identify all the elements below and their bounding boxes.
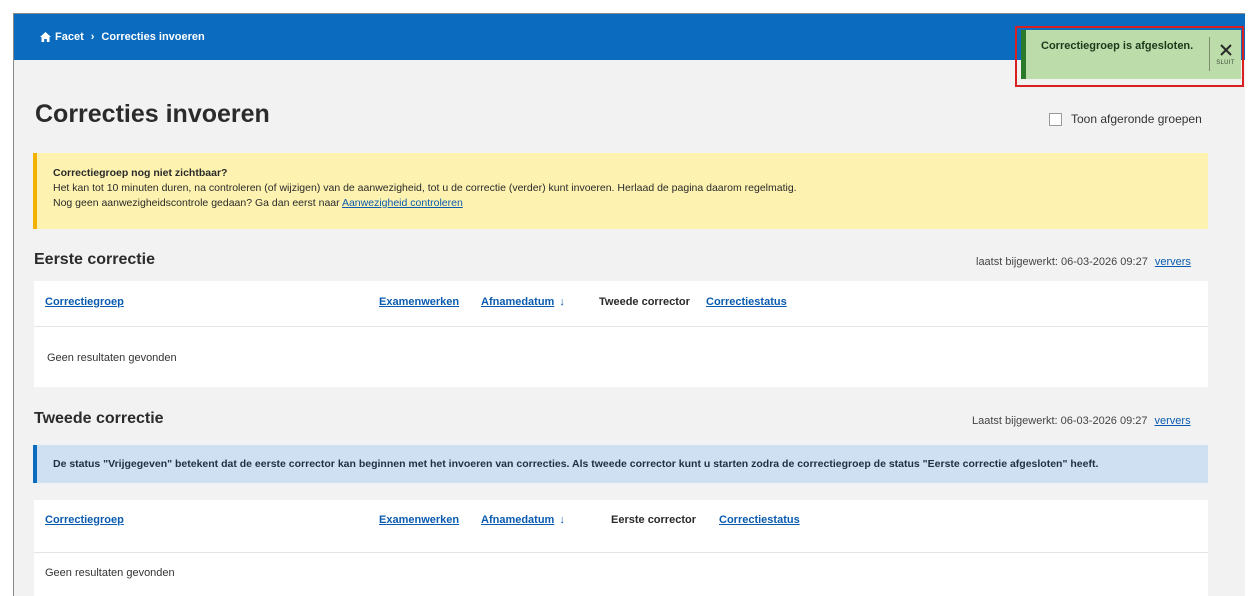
breadcrumb-separator: › — [90, 31, 95, 43]
column-afnamedatum[interactable]: Afnamedatum ↓ — [481, 514, 565, 526]
second-correction-table: Correctiegroep Examenwerken Afnamedatum ↓… — [34, 500, 1208, 596]
column-eerste-corrector: Eerste corrector — [611, 514, 696, 526]
column-afnamedatum-label: Afnamedatum — [481, 296, 555, 308]
column-afnamedatum[interactable]: Afnamedatum ↓ — [481, 296, 565, 308]
column-examenwerken[interactable]: Examenwerken — [379, 296, 459, 308]
second-updated-text: Laatst bijgewerkt: 06-03-2026 09:27 — [972, 415, 1148, 427]
first-refresh-link[interactable]: ververs — [1155, 256, 1191, 268]
attendance-check-link[interactable]: Aanwezigheid controleren — [342, 197, 463, 209]
show-completed-checkbox[interactable]: Toon afgeronde groepen — [1049, 112, 1202, 126]
notice-line-2: Nog geen aanwezigheidscontrole gedaan? G… — [53, 196, 1208, 211]
empty-results-message: Geen resultaten gevonden — [45, 567, 175, 579]
empty-results-message: Geen resultaten gevonden — [47, 352, 177, 364]
column-correctiestatus[interactable]: Correctiestatus — [719, 514, 800, 526]
visibility-notice: Correctiegroep nog niet zichtbaar? Het k… — [33, 153, 1208, 229]
table-header: Correctiegroep Examenwerken Afnamedatum ↓… — [34, 500, 1208, 553]
column-afnamedatum-label: Afnamedatum — [481, 514, 555, 526]
breadcrumb: Facet › Correcties invoeren — [40, 31, 205, 43]
home-icon — [40, 32, 51, 42]
success-toast: Correctiegroep is afgesloten. SLUIT — [1021, 30, 1241, 79]
second-refresh-link[interactable]: ververs — [1155, 415, 1191, 427]
checkbox-box[interactable] — [1049, 112, 1062, 126]
column-correctiegroep[interactable]: Correctiegroep — [45, 514, 124, 526]
app-window: Facet › Correcties invoeren Correctiegro… — [13, 13, 1245, 596]
notice-line-2-text: Nog geen aanwezigheidscontrole gedaan? G… — [53, 197, 342, 209]
first-correction-title: Eerste correctie — [34, 251, 155, 268]
show-completed-label: Toon afgeronde groepen — [1071, 112, 1202, 126]
second-last-updated: Laatst bijgewerkt: 06-03-2026 09:27 verve… — [972, 415, 1191, 427]
notice-line-1: Het kan tot 10 minuten duren, na control… — [53, 182, 797, 194]
column-tweede-corrector: Tweede corrector — [599, 296, 690, 308]
close-icon — [1219, 43, 1232, 56]
sort-down-icon: ↓ — [559, 514, 565, 526]
column-correctiestatus[interactable]: Correctiestatus — [706, 296, 787, 308]
status-info-notice: De status "Vrijgegeven" betekent dat de … — [33, 445, 1208, 483]
first-correction-table: Correctiegroep Examenwerken Afnamedatum ↓… — [34, 281, 1208, 387]
breadcrumb-current: Correcties invoeren — [101, 31, 205, 43]
breadcrumb-home-link[interactable]: Facet — [55, 31, 84, 43]
first-updated-text: laatst bijgewerkt: 06-03-2026 09:27 — [976, 256, 1148, 268]
toast-close-button[interactable]: SLUIT — [1209, 37, 1241, 71]
page-title: Correcties invoeren — [35, 100, 270, 128]
column-correctiegroep[interactable]: Correctiegroep — [45, 296, 124, 308]
second-correction-title: Tweede correctie — [34, 410, 164, 427]
column-examenwerken[interactable]: Examenwerken — [379, 514, 459, 526]
table-header: Correctiegroep Examenwerken Afnamedatum ↓… — [34, 281, 1208, 327]
sort-down-icon: ↓ — [559, 296, 565, 308]
first-last-updated: laatst bijgewerkt: 06-03-2026 09:27 verve… — [976, 256, 1191, 268]
toast-message: Correctiegroep is afgesloten. — [1041, 40, 1194, 52]
notice-title: Correctiegroep nog niet zichtbaar? — [53, 167, 228, 179]
toast-close-label: SLUIT — [1216, 59, 1235, 66]
